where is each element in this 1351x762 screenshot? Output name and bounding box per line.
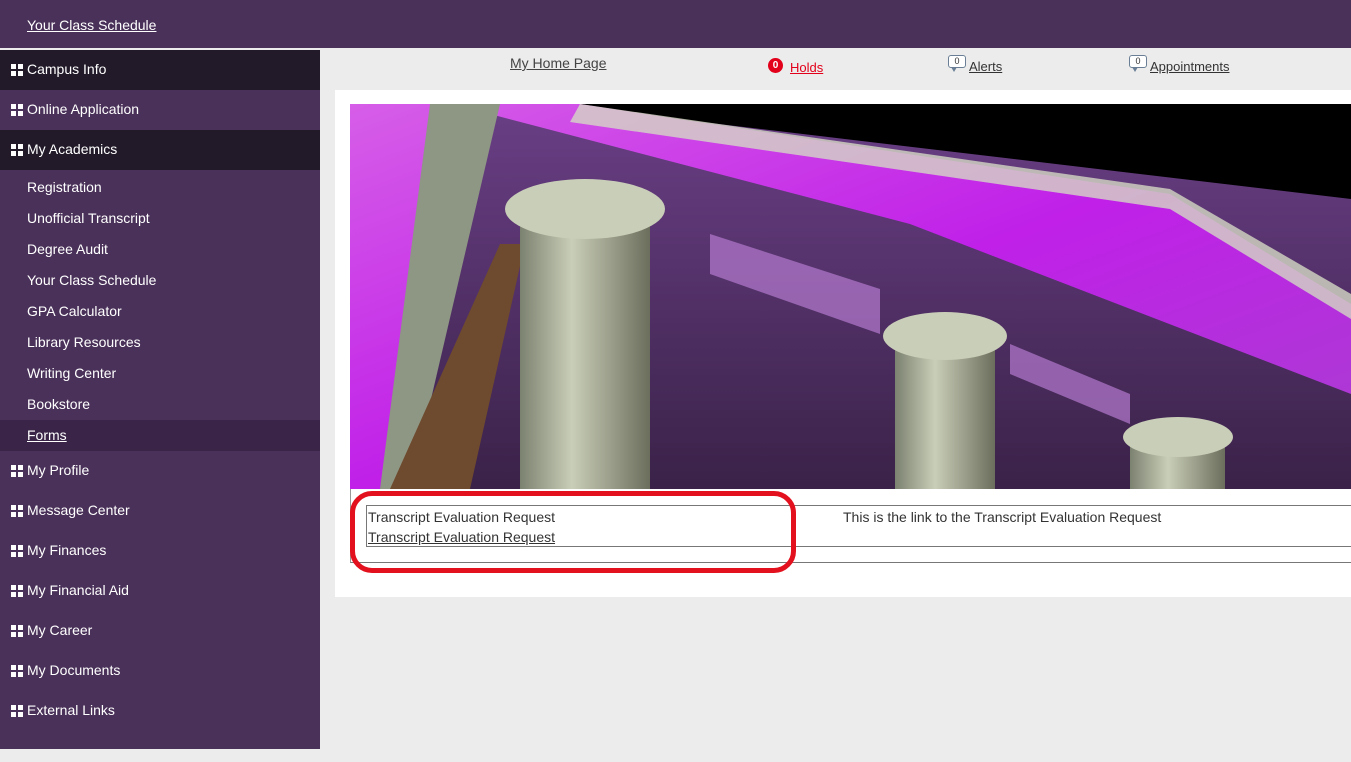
- sidebar-item-library-resources[interactable]: Library Resources: [0, 327, 320, 358]
- sidebar-item-label: Bookstore: [27, 396, 91, 412]
- appointments-label: Appointments: [1150, 59, 1230, 74]
- speech-bubble-icon: 0: [948, 55, 966, 72]
- hero-image: [350, 104, 1351, 489]
- sidebar-item-registration[interactable]: Registration: [0, 172, 320, 203]
- sidebar-section-label: My Documents: [27, 662, 121, 678]
- sidebar-item-label: Registration: [27, 179, 102, 195]
- sidebar-item-label: Forms: [27, 427, 67, 443]
- sidebar-item-label: Writing Center: [27, 365, 117, 381]
- grid-icon: [11, 104, 23, 116]
- sidebar-section-my-profile[interactable]: My Profile: [0, 451, 320, 491]
- sidebar-item-gpa-calculator[interactable]: GPA Calculator: [0, 296, 320, 327]
- form-title: Transcript Evaluation Request: [368, 509, 556, 525]
- sidebar-section-my-career[interactable]: My Career: [0, 611, 320, 651]
- sidebar-section-online-application[interactable]: Online Application: [0, 90, 320, 130]
- sidebar-section-external-links[interactable]: External Links: [0, 691, 320, 731]
- top-navigation: My Home Page 0 Holds 0 Alerts 0 Appointm…: [320, 50, 1351, 88]
- grid-icon: [11, 465, 23, 477]
- holds-count-badge: 0: [768, 58, 783, 73]
- alerts-link[interactable]: 0 Alerts: [948, 55, 1002, 74]
- form-description: This is the link to the Transcript Evalu…: [843, 509, 1162, 525]
- sidebar-section-message-center[interactable]: Message Center: [0, 491, 320, 531]
- alerts-label: Alerts: [969, 59, 1003, 74]
- sidebar-item-bookstore[interactable]: Bookstore: [0, 389, 320, 420]
- speech-bubble-icon: 0: [1129, 55, 1147, 72]
- sidebar-item-your-class-schedule[interactable]: Your Class Schedule: [0, 265, 320, 296]
- sidebar-item-label: Your Class Schedule: [27, 272, 157, 288]
- sidebar-item-label: Degree Audit: [27, 241, 108, 257]
- sidebar-section-label: My Career: [27, 622, 93, 638]
- sidebar-section-my-financial-aid[interactable]: My Financial Aid: [0, 571, 320, 611]
- sidebar-item-label: Library Resources: [27, 334, 141, 350]
- sidebar-item-label: Unofficial Transcript: [27, 210, 150, 226]
- sidebar-section-campus-info[interactable]: Campus Info: [0, 50, 320, 90]
- sidebar-item-label: GPA Calculator: [27, 303, 122, 319]
- holds-label: Holds: [790, 60, 824, 75]
- top-bar: Your Class Schedule: [0, 0, 1351, 48]
- appointments-link[interactable]: 0 Appointments: [1129, 55, 1230, 74]
- sidebar-section-label: Message Center: [27, 502, 130, 518]
- sidebar-item-unofficial-transcript[interactable]: Unofficial Transcript: [0, 203, 320, 234]
- sidebar-section-label: Online Application: [27, 101, 140, 117]
- sidebar: Campus Info Online Application My Academ…: [0, 50, 320, 749]
- sidebar-section-label: External Links: [27, 702, 115, 718]
- sidebar-item-degree-audit[interactable]: Degree Audit: [0, 234, 320, 265]
- sidebar-section-my-finances[interactable]: My Finances: [0, 531, 320, 571]
- grid-icon: [11, 64, 23, 76]
- grid-icon: [11, 665, 23, 677]
- grid-icon: [11, 625, 23, 637]
- top-class-schedule-link[interactable]: Your Class Schedule: [27, 17, 156, 33]
- sidebar-section-label: Campus Info: [27, 61, 107, 77]
- forms-list: Transcript Evaluation Request Transcript…: [350, 489, 1351, 563]
- transcript-evaluation-request-link[interactable]: Transcript Evaluation Request: [368, 529, 555, 545]
- sidebar-section-label: My Finances: [27, 542, 107, 558]
- main-content: Transcript Evaluation Request Transcript…: [335, 90, 1351, 597]
- sidebar-item-forms[interactable]: Forms: [0, 420, 320, 451]
- form-row: Transcript Evaluation Request Transcript…: [366, 505, 1351, 547]
- holds-link[interactable]: 0 Holds: [768, 56, 823, 75]
- building-columns-image: [350, 104, 1351, 489]
- grid-icon: [11, 144, 23, 156]
- sidebar-section-label: My Financial Aid: [27, 582, 129, 598]
- grid-icon: [11, 505, 23, 517]
- grid-icon: [11, 705, 23, 717]
- sidebar-section-label: My Academics: [27, 141, 118, 157]
- sidebar-section-my-documents[interactable]: My Documents: [0, 651, 320, 691]
- sidebar-section-label: My Profile: [27, 462, 90, 478]
- grid-icon: [11, 545, 23, 557]
- my-home-page-link[interactable]: My Home Page: [510, 55, 606, 71]
- grid-icon: [11, 585, 23, 597]
- sidebar-item-writing-center[interactable]: Writing Center: [0, 358, 320, 389]
- sidebar-section-my-academics[interactable]: My Academics: [0, 130, 320, 170]
